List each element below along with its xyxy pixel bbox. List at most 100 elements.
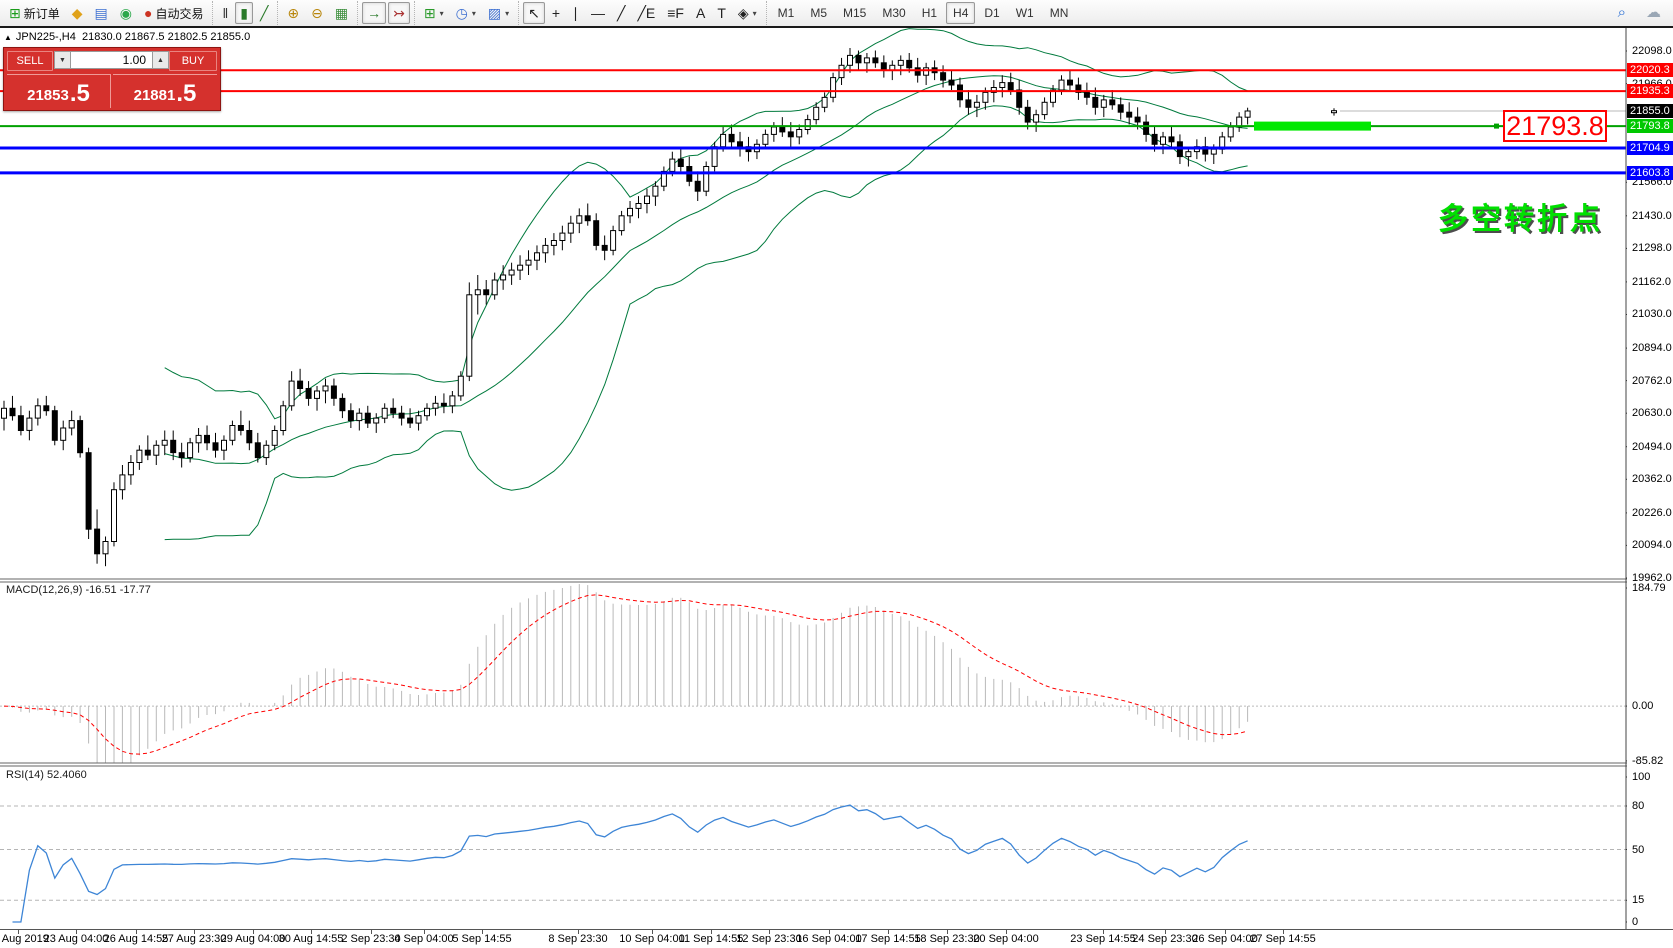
bollinger-bands	[165, 29, 1248, 540]
volume-decrease-button[interactable]: ▼	[54, 51, 71, 69]
templates-button[interactable]: ▨▾	[483, 2, 514, 24]
price-tick-label: 22098.0	[1632, 45, 1672, 57]
timeframe-m15-button-label: M15	[843, 6, 866, 20]
fibonacci-button[interactable]: ≡F	[662, 2, 689, 24]
channel-button[interactable]: ╱E	[632, 2, 660, 24]
dropdown-arrow-icon[interactable]: ▾	[472, 9, 476, 18]
timeframe-h4-button-label: H4	[953, 6, 968, 20]
buy-button[interactable]: BUY	[169, 51, 217, 71]
market-watch-button[interactable]: ▤	[90, 2, 113, 24]
tile-windows-button[interactable]: ▦	[330, 2, 353, 24]
periods-button[interactable]: ◷▾	[451, 2, 481, 24]
time-tick-label: 4 Sep 04:00	[394, 933, 453, 945]
time-tick-label: 8 Sep 23:30	[548, 933, 607, 945]
dropdown-arrow-icon[interactable]: ▾	[440, 9, 444, 18]
price-axis[interactable]: 22098.021966.021566.021430.021298.021162…	[1627, 28, 1673, 929]
candlestick-chart-button[interactable]: ▮	[235, 2, 253, 24]
horizontal-line-icon: —	[591, 6, 605, 20]
price-line-tag: 21603.8	[1627, 166, 1673, 180]
dropdown-arrow-icon[interactable]: ▾	[753, 9, 757, 18]
zoom-out-icon: ⊖	[311, 6, 323, 20]
buy-price[interactable]: 21881 .5	[113, 74, 217, 108]
signals-icon: ◉	[120, 6, 132, 20]
time-tick-label: 30 Aug 14:55	[279, 933, 344, 945]
autotrading-button-label: 自动交易	[155, 5, 203, 22]
toolbar-group: ‖▮╱	[212, 1, 277, 25]
time-tick-label: 12 Sep 23:30	[736, 933, 801, 945]
bar-chart-button[interactable]: ‖	[217, 2, 233, 24]
rsi-tick-label: 100	[1632, 771, 1650, 783]
time-tick-label: 20 Sep 04:00	[973, 933, 1038, 945]
toolbar-group: →↣	[357, 1, 414, 25]
metaeditor-icon: ◆	[72, 6, 83, 20]
chart-shift-button[interactable]: ↣	[388, 2, 410, 24]
volume-input[interactable]	[71, 51, 152, 69]
timeframe-h1-button[interactable]: H1	[915, 2, 944, 24]
crosshair-icon: +	[552, 6, 560, 20]
vertical-line-button[interactable]: ∣	[567, 2, 584, 24]
volume-increase-button[interactable]: ▲	[152, 51, 169, 69]
thick-green-segment[interactable]	[1254, 122, 1371, 131]
cursor-icon: ↖	[528, 6, 540, 20]
timeframe-m15-button[interactable]: M15	[836, 2, 873, 24]
annotation-text[interactable]: 多空转折点	[1438, 194, 1603, 238]
buy-price-pip: .5	[176, 82, 196, 106]
shapes-button[interactable]: ◈▾	[733, 2, 762, 24]
auto-scroll-button[interactable]: →	[362, 2, 386, 24]
price-tick-label: 21030.0	[1632, 308, 1672, 320]
buy-price-main: 21881	[134, 86, 176, 106]
toolbar-group: ⊞▾◷▾▨▾	[414, 1, 518, 25]
text-label-button[interactable]: T	[712, 2, 731, 24]
price-tick-label: 21298.0	[1632, 242, 1672, 254]
chart-plot-area[interactable]	[0, 28, 1673, 929]
zoom-out-button[interactable]: ⊖	[306, 2, 328, 24]
price-tick-label: 20226.0	[1632, 507, 1672, 519]
chat-icon: ☁	[1646, 6, 1661, 20]
timeframe-w1-button[interactable]: W1	[1009, 2, 1041, 24]
time-tick-label: 18 Sep 23:30	[914, 933, 979, 945]
sell-button[interactable]: SELL	[7, 51, 53, 71]
search-button[interactable]: ⌕	[1613, 2, 1631, 24]
one-click-trade-panel: SELL ▼ ▲ BUY 21853 .5 21881 .5	[3, 47, 221, 111]
price-callout-label[interactable]: 21793.8	[1503, 110, 1607, 142]
vertical-line-icon: ∣	[572, 6, 579, 20]
price-tick-label: 21430.0	[1632, 210, 1672, 222]
text-button[interactable]: A	[691, 2, 710, 24]
timeframe-m5-button[interactable]: M5	[803, 2, 834, 24]
timeframe-h4-button[interactable]: H4	[946, 2, 975, 24]
toolbar-right-icons: ⌕☁	[1612, 0, 1667, 26]
signals-button[interactable]: ◉	[115, 2, 137, 24]
price-line-tag: 21855.0	[1627, 104, 1673, 118]
timeframe-mn-button[interactable]: MN	[1043, 2, 1076, 24]
metaeditor-button[interactable]: ◆	[67, 2, 88, 24]
timeframe-d1-button[interactable]: D1	[977, 2, 1006, 24]
volume-control: ▼ ▲	[54, 51, 169, 69]
zoom-in-button[interactable]: ⊕	[282, 2, 304, 24]
timeframe-m30-button-label: M30	[882, 6, 905, 20]
new-order-button-label: 新订单	[24, 5, 60, 22]
timeframe-m30-button[interactable]: M30	[875, 2, 912, 24]
line-chart-button[interactable]: ╱	[255, 2, 273, 24]
price-line-tag: 21704.9	[1627, 141, 1673, 155]
new-order-button[interactable]: ⊞新订单	[4, 2, 65, 24]
symbol-info-line: ▲JPN225-,H4 21830.0 21867.5 21802.5 2185…	[4, 31, 250, 43]
symbol-collapse-arrow[interactable]: ▲	[4, 33, 12, 42]
indicators-button[interactable]: ⊞▾	[419, 2, 449, 24]
cursor-button[interactable]: ↖	[523, 2, 545, 24]
price-line-tag: 21935.3	[1627, 84, 1673, 98]
sell-price[interactable]: 21853 .5	[7, 74, 111, 108]
indicators-icon: ⊞	[424, 6, 436, 20]
toolbar-group: ⊞新订单 ◆ ▤ ◉ ●自动交易	[0, 1, 212, 25]
autotrading-button[interactable]: ●自动交易	[139, 2, 208, 24]
crosshair-button[interactable]: +	[547, 2, 565, 24]
price-tick-label: 20094.0	[1632, 539, 1672, 551]
time-tick-label: 11 Sep 14:55	[679, 933, 744, 945]
dropdown-arrow-icon[interactable]: ▾	[505, 9, 509, 18]
timeframe-m1-button[interactable]: M1	[771, 2, 802, 24]
time-axis[interactable]: 21 Aug 201923 Aug 04:0026 Aug 14:5527 Au…	[0, 929, 1673, 948]
horizontal-line-button[interactable]: —	[586, 2, 610, 24]
chat-button[interactable]: ☁	[1641, 2, 1666, 24]
price-line-tag: 21793.8	[1627, 119, 1673, 133]
tile-windows-icon: ▦	[335, 6, 348, 20]
trendline-button[interactable]: ╱	[612, 2, 630, 24]
